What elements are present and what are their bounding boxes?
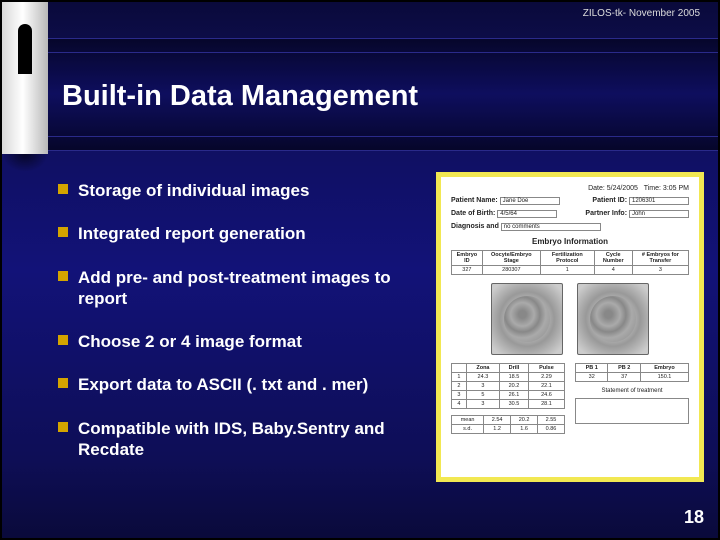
embryo-image (491, 283, 563, 355)
td: 4 (452, 400, 467, 409)
report-page: Date: 5/24/2005 Time: 3:05 PM Patient Na… (441, 177, 699, 477)
td: 3 (466, 382, 499, 391)
statement-label: Statement of treatment (575, 388, 689, 394)
report-section-title: Embryo Information (451, 237, 689, 246)
patient-id-label: Patient ID: (592, 197, 627, 204)
diagnosis-value: no comments (501, 223, 601, 231)
patient-name-value: Jane Doe (500, 197, 560, 205)
td: 3 (632, 266, 688, 275)
h-rule (2, 150, 718, 151)
th: Fertilization Protocol (540, 251, 594, 266)
td: 2 (452, 382, 467, 391)
slide-title: Built-in Data Management (62, 80, 418, 113)
report-time: Time: 3:05 PM (644, 185, 689, 192)
diagnosis-label: Diagnosis and (451, 223, 499, 230)
th: Embryo ID (452, 251, 483, 266)
td: 0.86 (538, 425, 565, 434)
patient-id-value: 1206301 (629, 197, 689, 205)
th: Embryo (640, 364, 688, 373)
td: 1 (452, 373, 467, 382)
td: 30.5 (500, 400, 529, 409)
td: s.d. (452, 425, 484, 434)
th: # Embryos for Transfer (632, 251, 688, 266)
bullet-item: Integrated report generation (58, 223, 418, 244)
td: 20.2 (500, 382, 529, 391)
zona-table: ZonaDrillPulse 124.318.52.29 2320.222.1 … (451, 363, 565, 409)
report-date: Date: 5/24/2005 (588, 185, 638, 192)
header-date: ZILOS-tk- November 2005 (583, 8, 700, 19)
td: 5 (466, 391, 499, 400)
bullet-square (58, 184, 68, 194)
bullet-square (58, 271, 68, 281)
embryo-image (577, 283, 649, 355)
bullet-text: Add pre- and post-treatment images to re… (78, 267, 418, 310)
td: 327 (452, 266, 483, 275)
h-rule (2, 38, 718, 39)
td: 1.2 (484, 425, 511, 434)
td: 24.6 (528, 391, 564, 400)
bullet-text: Choose 2 or 4 image format (78, 331, 302, 352)
bullet-text: Compatible with IDS, Baby.Sentry and Rec… (78, 418, 418, 461)
td: 3 (452, 391, 467, 400)
td: 28.1 (528, 400, 564, 409)
bullet-item: Add pre- and post-treatment images to re… (58, 267, 418, 310)
td: 20.2 (511, 416, 538, 425)
dob-value: 4/5/64 (497, 210, 557, 218)
statement-box (575, 398, 689, 424)
embryo-table: Embryo ID Oocyte/Embryo Stage Fertilizat… (451, 250, 689, 275)
th: Oocyte/Embryo Stage (482, 251, 540, 266)
partner-value: John (629, 210, 689, 218)
td: 280307 (482, 266, 540, 275)
td: 22.1 (528, 382, 564, 391)
bullet-square (58, 227, 68, 237)
bullet-list: Storage of individual images Integrated … (58, 180, 418, 482)
dob-label: Date of Birth: (451, 210, 495, 217)
bullet-square (58, 422, 68, 432)
h-rule (2, 52, 718, 53)
td: 24.3 (466, 373, 499, 382)
td: 2.55 (538, 416, 565, 425)
bullet-item: Choose 2 or 4 image format (58, 331, 418, 352)
bullet-text: Storage of individual images (78, 180, 309, 201)
td: 26.1 (500, 391, 529, 400)
th: PB 1 (576, 364, 608, 373)
th: Cycle Number (594, 251, 632, 266)
report-preview: Date: 5/24/2005 Time: 3:05 PM Patient Na… (436, 172, 704, 482)
pb-table: PB 1PB 2Embryo 3237150.1 (575, 363, 689, 382)
logo-shadow (2, 154, 48, 172)
th: PB 2 (608, 364, 640, 373)
td: 150.1 (640, 373, 688, 382)
td: 1 (540, 266, 594, 275)
patient-name-label: Patient Name: (451, 197, 498, 204)
bullet-item: Storage of individual images (58, 180, 418, 201)
partner-label: Partner Info: (585, 210, 627, 217)
th: Pulse (528, 364, 564, 373)
bullet-square (58, 378, 68, 388)
h-rule (2, 136, 718, 137)
brand-logo (2, 2, 48, 154)
bullet-square (58, 335, 68, 345)
th: Zona (466, 364, 499, 373)
td: mean (452, 416, 484, 425)
td: 2.29 (528, 373, 564, 382)
bullet-text: Integrated report generation (78, 223, 306, 244)
page-number: 18 (684, 507, 704, 528)
stats-table: mean2.5420.22.55 s.d.1.21.60.86 (451, 415, 565, 434)
td: 4 (594, 266, 632, 275)
td: 1.6 (511, 425, 538, 434)
td: 37 (608, 373, 640, 382)
td: 32 (576, 373, 608, 382)
bullet-item: Compatible with IDS, Baby.Sentry and Rec… (58, 418, 418, 461)
td: 2.54 (484, 416, 511, 425)
bullet-item: Export data to ASCII (. txt and . mer) (58, 374, 418, 395)
td: 18.5 (500, 373, 529, 382)
td: 3 (466, 400, 499, 409)
bullet-text: Export data to ASCII (. txt and . mer) (78, 374, 368, 395)
th: Drill (500, 364, 529, 373)
